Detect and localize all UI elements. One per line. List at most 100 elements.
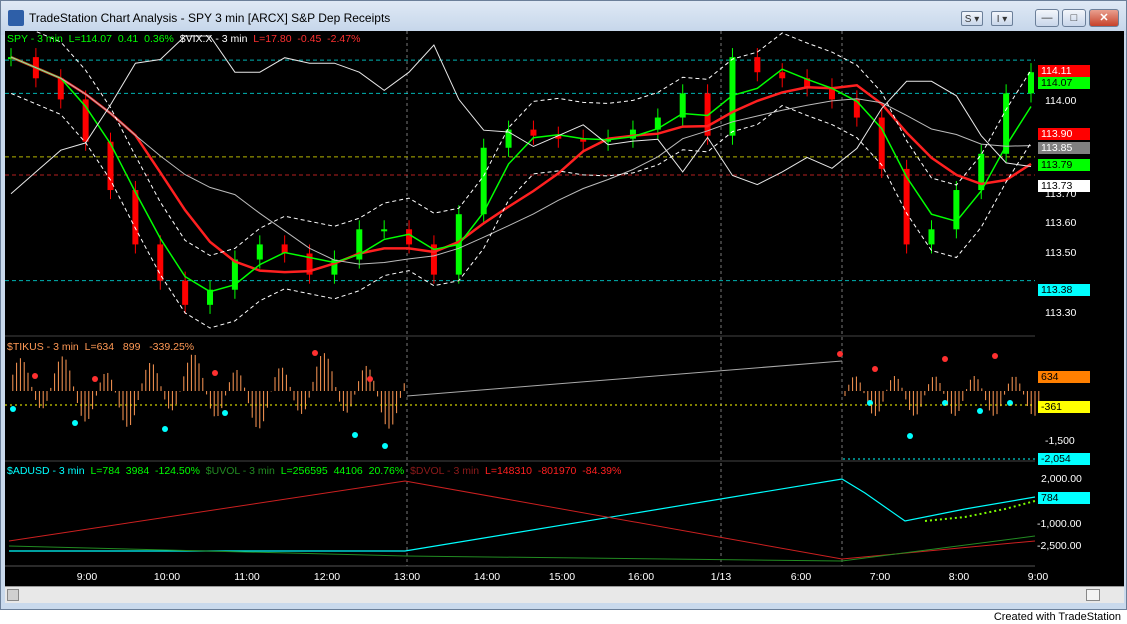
uvol-line: [8, 535, 1036, 562]
x-tick-label: 11:00: [234, 571, 260, 583]
vix-change: -0.45: [297, 33, 322, 45]
price-candle: [1028, 72, 1034, 94]
tick-low-marker: [222, 410, 228, 416]
tick-high-marker: [837, 351, 843, 357]
price-candle: [530, 129, 537, 136]
tick-low-marker: [382, 443, 388, 449]
moving-average-red: [10, 55, 1032, 274]
price-candle: [928, 229, 935, 245]
uvol-symbol: $UVOL - 3 min: [205, 465, 275, 477]
spy-last: L=114.07: [68, 33, 112, 45]
tick-high-marker: [92, 376, 98, 382]
x-tick-label: 10:00: [153, 571, 181, 583]
breadth-tick: 2,000.00: [1041, 473, 1082, 485]
adusd-last: L=784: [90, 465, 120, 477]
tick-high-marker: [312, 350, 318, 356]
moving-average-gray: [10, 56, 1032, 265]
tick-high-marker: [942, 356, 948, 362]
tick-low-marker: [907, 433, 913, 439]
tick-low-marker: [352, 432, 358, 438]
tick-low-marker: [977, 408, 983, 414]
breadth-header: $ADUSD - 3 min L=784 3984 -124.50% $UVOL…: [7, 465, 621, 477]
breadth-tag-784: 784: [1038, 492, 1090, 504]
price-tag-113-90: 113.90: [1038, 128, 1090, 140]
close-button[interactable]: ✕: [1089, 9, 1119, 27]
horizontal-scrollbar[interactable]: [5, 586, 1124, 603]
price-candle: [182, 280, 189, 305]
tick-tag-361: -361: [1038, 401, 1090, 413]
minimize-button[interactable]: —: [1035, 9, 1059, 27]
adusd-percent: -124.50%: [155, 465, 200, 477]
tick-low-marker: [72, 420, 78, 426]
chart-area[interactable]: SPY - 3 min L=114.07 0.41 0.36% $VIX.X -…: [5, 31, 1124, 586]
spy-symbol: SPY - 3 min: [7, 33, 63, 45]
tikus-percent: -339.25%: [149, 341, 195, 353]
price-tag-last: 114.07: [1038, 77, 1090, 89]
tick-high-marker: [367, 376, 373, 382]
tikus-change: 899: [122, 341, 141, 353]
x-tick-label: 14:00: [473, 571, 501, 583]
lower-band: [10, 92, 1032, 329]
uvol-percent: 20.76%: [368, 465, 405, 477]
x-tick-label: 8:00: [948, 571, 970, 583]
tick-gap-line: [406, 360, 843, 397]
uvol-change: 44106: [333, 465, 363, 477]
scroll-left-arrow-icon[interactable]: [7, 589, 19, 601]
adusd-symbol: $ADUSD - 3 min: [7, 465, 85, 477]
credit-text: Created with TradeStation: [993, 611, 1121, 623]
tikus-last: L=634: [84, 341, 115, 353]
symbol-menu-button[interactable]: S ▾: [961, 11, 983, 26]
tick-tag-634: 634: [1038, 371, 1090, 383]
indicator-menu-button[interactable]: I ▾: [991, 11, 1013, 26]
price-candle: [480, 147, 487, 215]
tick-low-marker: [10, 406, 16, 412]
tick-high-marker: [992, 353, 998, 359]
breadth-tick: -2,500.00: [1037, 540, 1082, 552]
vix-symbol: $VIX.X - 3 min: [179, 33, 248, 45]
adusd-line: [9, 478, 1036, 552]
price-tag-113-38: 113.38: [1038, 284, 1090, 296]
x-tick-label: 9:00: [76, 571, 98, 583]
price-tag-114-11: 114.11: [1038, 65, 1090, 77]
spy-percent: 0.36%: [144, 33, 174, 45]
uvol-last: L=256595: [280, 465, 328, 477]
tick-high-marker: [32, 373, 38, 379]
adusd-change: 3984: [125, 465, 150, 477]
moving-average-green: [10, 56, 1032, 293]
chart-plot: [5, 31, 1040, 567]
chart-window: TradeStation Chart Analysis - SPY 3 min …: [0, 0, 1127, 610]
breadth-tick: -1,000.00: [1037, 518, 1082, 530]
scroll-thumb[interactable]: [1086, 589, 1100, 601]
x-tick-label: 7:00: [869, 571, 891, 583]
price-tag-113-85: 113.85: [1038, 142, 1090, 154]
title-bar: TradeStation Chart Analysis - SPY 3 min …: [1, 1, 1126, 35]
price-candle: [406, 229, 413, 245]
maximize-button[interactable]: □: [1062, 9, 1086, 27]
tikus-symbol: $TIKUS - 3 min: [7, 341, 79, 353]
price-candle: [256, 244, 263, 260]
dvol-percent: -84.39%: [582, 465, 622, 477]
dvol-change: -801970: [537, 465, 577, 477]
x-tick-label: 6:00: [790, 571, 812, 583]
price-tick: 113.60: [1045, 217, 1077, 229]
price-tick: 113.50: [1045, 247, 1077, 259]
price-tag-113-73: 113.73: [1038, 180, 1090, 192]
price-candle: [754, 57, 761, 73]
tick-high-marker: [872, 366, 878, 372]
price-tag-113-79: 113.79: [1038, 159, 1090, 171]
price-candle: [157, 244, 164, 281]
window-title: TradeStation Chart Analysis - SPY 3 min …: [29, 11, 391, 25]
x-tick-label: 1/13: [710, 571, 732, 583]
x-tick-label: 13:00: [393, 571, 421, 583]
price-candle: [779, 72, 786, 79]
x-tick-label: 15:00: [548, 571, 576, 583]
tikus-header: $TIKUS - 3 min L=634 899 -339.25%: [7, 341, 194, 353]
dvol-last: L=148310: [484, 465, 532, 477]
x-tick-label: 9:00: [1027, 571, 1049, 583]
dvol-line: [8, 480, 1036, 560]
tick-tick: -1,500: [1045, 435, 1075, 447]
dvol-symbol: $DVOL - 3 min: [410, 465, 480, 477]
price-candle: [132, 190, 139, 245]
upper-band: [33, 31, 1032, 257]
price-candle: [381, 229, 388, 232]
